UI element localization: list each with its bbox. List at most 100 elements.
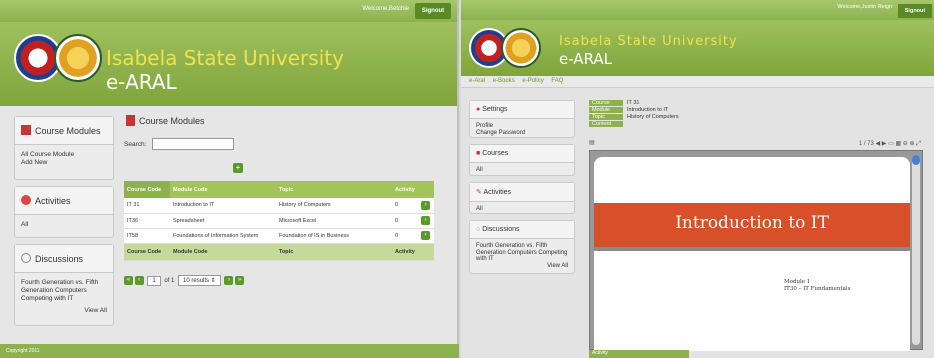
sidebar-item-all-course-module[interactable]: All Course Module <box>21 151 107 159</box>
table-row[interactable]: IT 31 Introduction to IT History of Comp… <box>124 198 434 214</box>
left-window: Welcome,Betchie Signout Isabela State Un… <box>0 0 459 358</box>
search-row: Search: <box>124 138 454 150</box>
zoom-out-icon[interactable]: ⊖ <box>903 141 908 147</box>
sidebar-title: Activities <box>483 189 512 196</box>
slide-subtitle: Module 1 IT30 – IT Fundamentals <box>784 279 850 293</box>
sidebar-item-add-new[interactable]: Add New <box>21 159 107 167</box>
column-topic[interactable]: Topic <box>276 181 392 198</box>
first-page-icon[interactable]: « <box>124 276 133 285</box>
top-bar: Welcome,Justin Reign Signout <box>461 0 934 20</box>
cell: Activity <box>392 243 418 261</box>
meta-row: Module Introduction to IT <box>589 107 679 114</box>
open-icon[interactable]: › <box>421 231 430 240</box>
college-seal-icon <box>54 34 102 82</box>
view-all-link[interactable]: View All <box>476 263 568 270</box>
open-icon[interactable]: › <box>421 216 430 225</box>
meta-value: Introduction to IT <box>627 107 669 113</box>
sidebar-title: Settings <box>482 106 508 113</box>
activity-bar: Activity <box>589 350 689 358</box>
cell: 0 <box>392 198 418 214</box>
cell: Course Code <box>124 243 170 261</box>
modules-table: Course Code Module Code Topic Activity I… <box>124 181 434 261</box>
open-icon[interactable]: › <box>421 200 430 210</box>
table-row[interactable]: IT58 Foundations of Information System F… <box>124 228 434 244</box>
nav-faq[interactable]: FAQ <box>551 78 563 84</box>
meta-value: IT 31 <box>627 100 640 106</box>
sidebar-course-modules-header[interactable]: Course Modules <box>15 117 113 145</box>
fullscreen-icon[interactable]: ⤢ <box>916 141 921 147</box>
nav-e-policy[interactable]: e-Policy <box>522 78 543 84</box>
activity-icon <box>21 195 31 205</box>
column-module-code[interactable]: Module Code <box>170 181 276 198</box>
sidebar-discussions-header[interactable]: ○ Discussions <box>470 221 574 239</box>
cell: Module Code <box>170 243 276 261</box>
brand-subtitle: e-ARAL <box>106 70 177 94</box>
sidebar-activities: Activities All <box>14 186 114 238</box>
pagination: « ‹ 1 of 1 10 results ⇕ › » <box>124 275 245 286</box>
cell: › <box>418 213 434 229</box>
top-bar: Welcome,Betchie Signout <box>0 0 457 22</box>
next-page-icon[interactable]: › <box>224 276 234 285</box>
nav-e-books[interactable]: e-Books <box>493 78 515 84</box>
results-value: 10 results <box>183 278 210 284</box>
module-meta: Course IT 31 Module Introduction to IT Top… <box>589 100 679 128</box>
view-all-link[interactable]: View All <box>21 307 107 315</box>
discussion-topic[interactable]: Fourth Generation vs. Fifth Generation C… <box>476 243 568 263</box>
signout-button[interactable]: Signout <box>898 4 932 18</box>
prev-icon[interactable]: ◀ <box>876 141 881 147</box>
cell: IT58 <box>124 228 170 244</box>
results-select[interactable]: 10 results ⇕ <box>178 275 221 286</box>
cell: › <box>418 198 434 214</box>
cell <box>418 243 434 261</box>
prev-page-icon[interactable]: ‹ <box>134 276 144 285</box>
right-window: Welcome,Justin Reign Signout Isabela Sta… <box>461 0 934 358</box>
viewer-toolbar: ▤ 1 / 73 ◀ ▶ ▭ ▦ ⊖ ⊕ ⤢ <box>589 139 925 149</box>
slide-module: Module 1 <box>784 279 811 285</box>
meta-row: Content <box>589 121 679 128</box>
footer: Copyright 2011 <box>0 344 459 358</box>
sidebar-item-all[interactable]: All <box>476 206 568 213</box>
sidebar-item-all[interactable]: All <box>21 221 107 229</box>
grid-view-icon[interactable]: ▦ <box>895 141 901 147</box>
sidebar-course-modules: Course Modules All Course Module Add New <box>14 116 114 180</box>
last-page-icon[interactable]: » <box>235 276 245 285</box>
sidebar-toggle-icon[interactable]: ▤ <box>589 140 595 146</box>
viewer-scrollbar[interactable] <box>912 155 920 345</box>
search-label: Search: <box>124 141 147 148</box>
single-page-icon[interactable]: ▭ <box>888 141 894 147</box>
table-row[interactable]: IT36 Spreadsheet Microsoft Excel 0 › <box>124 213 434 229</box>
header: Isabela State University e-ARAL <box>461 20 934 76</box>
chat-icon: ○ <box>476 226 481 233</box>
sidebar-settings-header[interactable]: ● Settings <box>470 101 574 119</box>
sidebar-item-all[interactable]: All <box>476 167 568 174</box>
brand-title: Isabela State University <box>559 34 738 49</box>
page-total: of 1 <box>164 278 175 285</box>
add-icon[interactable]: + <box>233 163 243 173</box>
sidebar-item-change-password[interactable]: Change Password <box>476 130 568 137</box>
document-viewer[interactable]: Introduction to IT Module 1 IT30 – IT Fu… <box>589 150 923 351</box>
signout-button[interactable]: Signout <box>415 3 451 19</box>
table-footer: Course Code Module Code Topic Activity <box>124 243 434 261</box>
search-input[interactable] <box>152 138 235 150</box>
sidebar-activities-header[interactable]: Activities <box>15 187 113 215</box>
scrollbar-thumb[interactable] <box>912 155 920 165</box>
welcome-text: Welcome,Justin Reign <box>837 4 892 10</box>
sidebar-courses-header[interactable]: ■ Courses <box>470 145 574 163</box>
sidebar-activities-header[interactable]: ✎ Activities <box>470 183 574 202</box>
discussion-topic[interactable]: Fourth Generation vs. Fifth Generation C… <box>21 279 107 303</box>
meta-value: History of Computers <box>627 114 679 120</box>
page-input[interactable]: 1 <box>147 275 161 286</box>
column-course-code[interactable]: Course Code <box>124 181 170 198</box>
document-icon <box>126 115 135 126</box>
next-icon[interactable]: ▶ <box>882 141 887 147</box>
nav-e-aral[interactable]: e-Aral <box>469 78 485 84</box>
document-icon <box>21 125 31 135</box>
college-seal-icon <box>501 28 541 68</box>
table-header: Course Code Module Code Topic Activity <box>124 181 434 198</box>
sidebar-discussions-header[interactable]: Discussions <box>15 245 113 273</box>
slide-page: Introduction to IT Module 1 IT30 – IT Fu… <box>594 157 910 351</box>
sidebar-title: Discussions <box>35 254 84 264</box>
column-activity[interactable]: Activity <box>392 181 418 198</box>
top-nav: e-Aral e-Books e-Policy FAQ <box>461 76 934 88</box>
zoom-in-icon[interactable]: ⊕ <box>909 141 914 147</box>
